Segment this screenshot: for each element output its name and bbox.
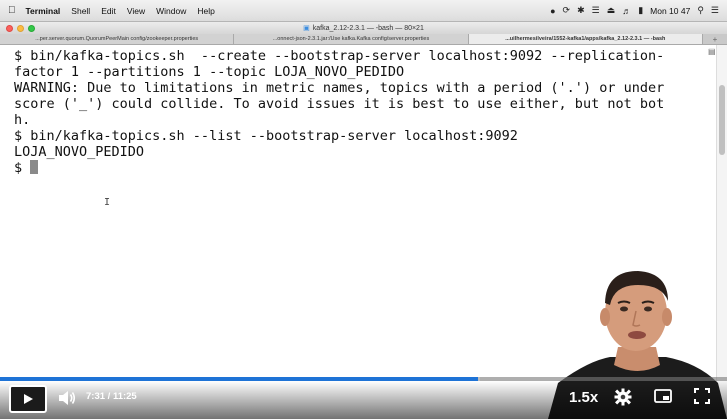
text-cursor	[30, 160, 39, 174]
window-titlebar[interactable]: ▣ kafka_2.12-2.3.1 — -bash — 80×21	[0, 22, 727, 34]
menu-help[interactable]: Help	[197, 6, 214, 16]
terminal-line: h.	[14, 112, 31, 128]
play-button[interactable]	[9, 385, 47, 413]
folder-icon: ▣	[303, 25, 310, 32]
playback-rate-button[interactable]: 1.5x	[569, 389, 598, 406]
picture-in-picture-icon[interactable]	[654, 388, 672, 404]
menu-bar-clock[interactable]: Mon 10 47	[650, 6, 690, 16]
window-title-text: kafka_2.12-2.3.1 — -bash — 80×21	[312, 25, 424, 32]
fullscreen-icon[interactable]	[694, 388, 710, 404]
video-controls: 7:31 / 11:25 1.5x	[0, 381, 727, 419]
menu-window[interactable]: Window	[156, 6, 186, 16]
terminal-line: $ bin/kafka-topics.sh --create --bootstr…	[14, 48, 665, 64]
current-time: 7:31	[86, 391, 106, 402]
creative-cloud-icon[interactable]: ●	[550, 6, 555, 16]
tab-kafka-server[interactable]: ...onnect-json-2.3.1.jar:/Use kafka.Kafk…	[234, 34, 469, 44]
terminal-line: WARNING: Due to limitations in metric na…	[14, 80, 665, 96]
tab-bash[interactable]: ...uilhermesilveira/1552-kafka1/apps/kaf…	[468, 34, 703, 44]
settings-gear-icon[interactable]	[614, 388, 632, 406]
notification-center-icon[interactable]: ☰	[711, 5, 719, 16]
scrollbar-thumb[interactable]	[719, 85, 725, 155]
terminal-prompt: $	[14, 160, 31, 176]
play-icon	[24, 394, 33, 404]
menu-view[interactable]: View	[127, 6, 145, 16]
menu-terminal[interactable]: Terminal	[26, 6, 61, 16]
terminal-tab-bar: ...per.server.quorum.QuorumPeerMain conf…	[0, 34, 727, 45]
menu-edit[interactable]: Edit	[101, 6, 116, 16]
total-duration: 11:25	[112, 391, 137, 402]
battery-icon[interactable]: ▮	[638, 5, 643, 16]
terminal-line: LOJA_NOVO_PEDIDO	[14, 144, 145, 160]
wifi-icon[interactable]: ☰	[592, 5, 600, 16]
terminal-line: score ('_') could collide. To avoid issu…	[14, 96, 665, 112]
video-time: 7:31 / 11:25	[86, 391, 137, 402]
spotlight-search-icon[interactable]: ⚲	[697, 5, 704, 16]
ibeam-pointer-icon: I	[104, 197, 111, 208]
volume-icon[interactable]: ♬	[622, 6, 631, 16]
terminal-prompt-line[interactable]: $	[14, 160, 716, 176]
tab-zookeeper[interactable]: ...per.server.quorum.QuorumPeerMain conf…	[0, 34, 235, 44]
menu-shell[interactable]: Shell	[71, 6, 90, 16]
volume-icon[interactable]	[58, 390, 76, 406]
time-separator: /	[107, 391, 111, 402]
window-title: ▣ kafka_2.12-2.3.1 — -bash — 80×21	[0, 24, 727, 32]
terminal-line: factor 1 --partitions 1 --topic LOJA_NOV…	[14, 64, 405, 80]
menu-bar-status-area: ● ⟳ ✱ ☰ ⏏ ♬ ▮ Mon 10 47 ⚲ ☰	[550, 5, 719, 16]
new-tab-button[interactable]: +	[703, 34, 727, 44]
eject-icon[interactable]: ⏏	[607, 5, 616, 16]
terminal-line: $ bin/kafka-topics.sh --list --bootstrap…	[14, 128, 518, 144]
macos-menu-bar:  Terminal Shell Edit View Window Help ●…	[0, 0, 727, 22]
bluetooth-icon[interactable]: ✱	[577, 5, 585, 16]
sync-icon[interactable]: ⟳	[563, 5, 571, 16]
split-pane-icon[interactable]: ▤	[708, 47, 716, 56]
apple-menu-icon[interactable]: 	[8, 5, 16, 16]
